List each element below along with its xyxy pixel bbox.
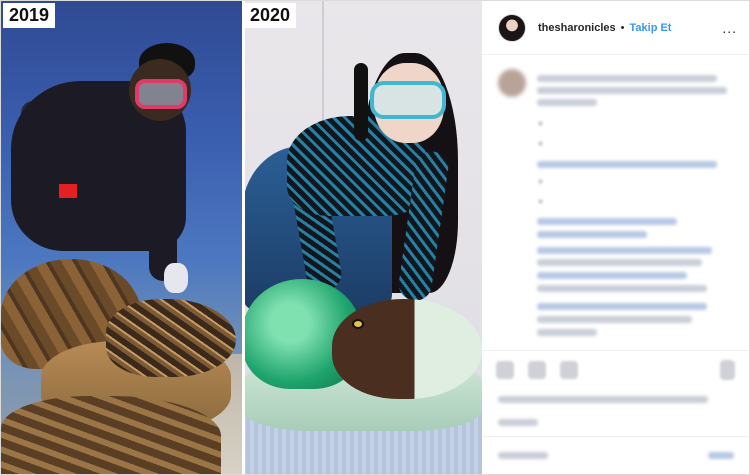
caption-avatar xyxy=(498,69,526,97)
diver-mask xyxy=(135,79,187,109)
blurred-text xyxy=(498,396,708,403)
instagram-post: 2019 2020 thesharonicles • Takip Et ... xyxy=(0,0,750,475)
diver-arm xyxy=(149,151,177,281)
blurred-text xyxy=(498,452,548,459)
year-label-2019: 2019 xyxy=(3,3,56,28)
turtle-flipper xyxy=(1,396,221,474)
share-icon[interactable] xyxy=(560,360,578,379)
blurred-text xyxy=(537,87,727,94)
year-label-2020: 2020 xyxy=(244,3,297,28)
blurred-text xyxy=(537,161,717,168)
more-options-icon[interactable]: ... xyxy=(722,20,737,36)
caption-area xyxy=(482,55,749,350)
photo-2019: 2019 xyxy=(1,1,242,474)
blurred-text xyxy=(537,99,597,106)
blurred-text xyxy=(538,179,543,184)
action-bar xyxy=(482,350,749,388)
plush-turtle-head xyxy=(332,299,482,399)
blurred-text xyxy=(537,285,707,292)
blurred-text xyxy=(537,272,687,279)
snorkel xyxy=(354,63,368,141)
plush-turtle-eye xyxy=(352,319,364,329)
bookmark-icon[interactable] xyxy=(720,359,735,380)
heart-icon[interactable] xyxy=(496,360,514,379)
likes-row xyxy=(482,388,749,414)
blurred-text xyxy=(538,141,543,146)
blurred-text xyxy=(537,316,692,323)
blurred-text xyxy=(708,452,734,459)
collage-divider xyxy=(242,1,245,474)
photo-2020: 2020 xyxy=(242,1,482,474)
blurred-text xyxy=(537,231,647,238)
tank-marker xyxy=(59,184,77,198)
post-media[interactable]: 2019 2020 xyxy=(1,1,482,474)
blurred-text xyxy=(537,75,717,82)
diver-glove xyxy=(164,263,188,293)
timestamp-row xyxy=(482,414,749,436)
comment-icon[interactable] xyxy=(528,360,546,379)
blurred-text xyxy=(537,303,707,310)
username-link[interactable]: thesharonicles xyxy=(538,22,616,34)
separator-dot: • xyxy=(620,21,625,34)
blurred-text xyxy=(538,121,543,126)
turtle-head xyxy=(106,299,236,377)
blurred-text xyxy=(537,247,712,254)
avatar[interactable] xyxy=(498,13,526,42)
post-sidebar: thesharonicles • Takip Et ... xyxy=(482,1,749,474)
follow-button[interactable]: Takip Et xyxy=(630,22,672,34)
blurred-text xyxy=(537,259,702,266)
add-comment-row[interactable] xyxy=(482,436,749,474)
blurred-text xyxy=(537,218,677,225)
blurred-text xyxy=(537,329,597,336)
blurred-text xyxy=(498,419,538,426)
post-header: thesharonicles • Takip Et ... xyxy=(482,1,749,55)
blurred-text xyxy=(538,199,543,204)
snorkel-mask xyxy=(370,81,446,119)
